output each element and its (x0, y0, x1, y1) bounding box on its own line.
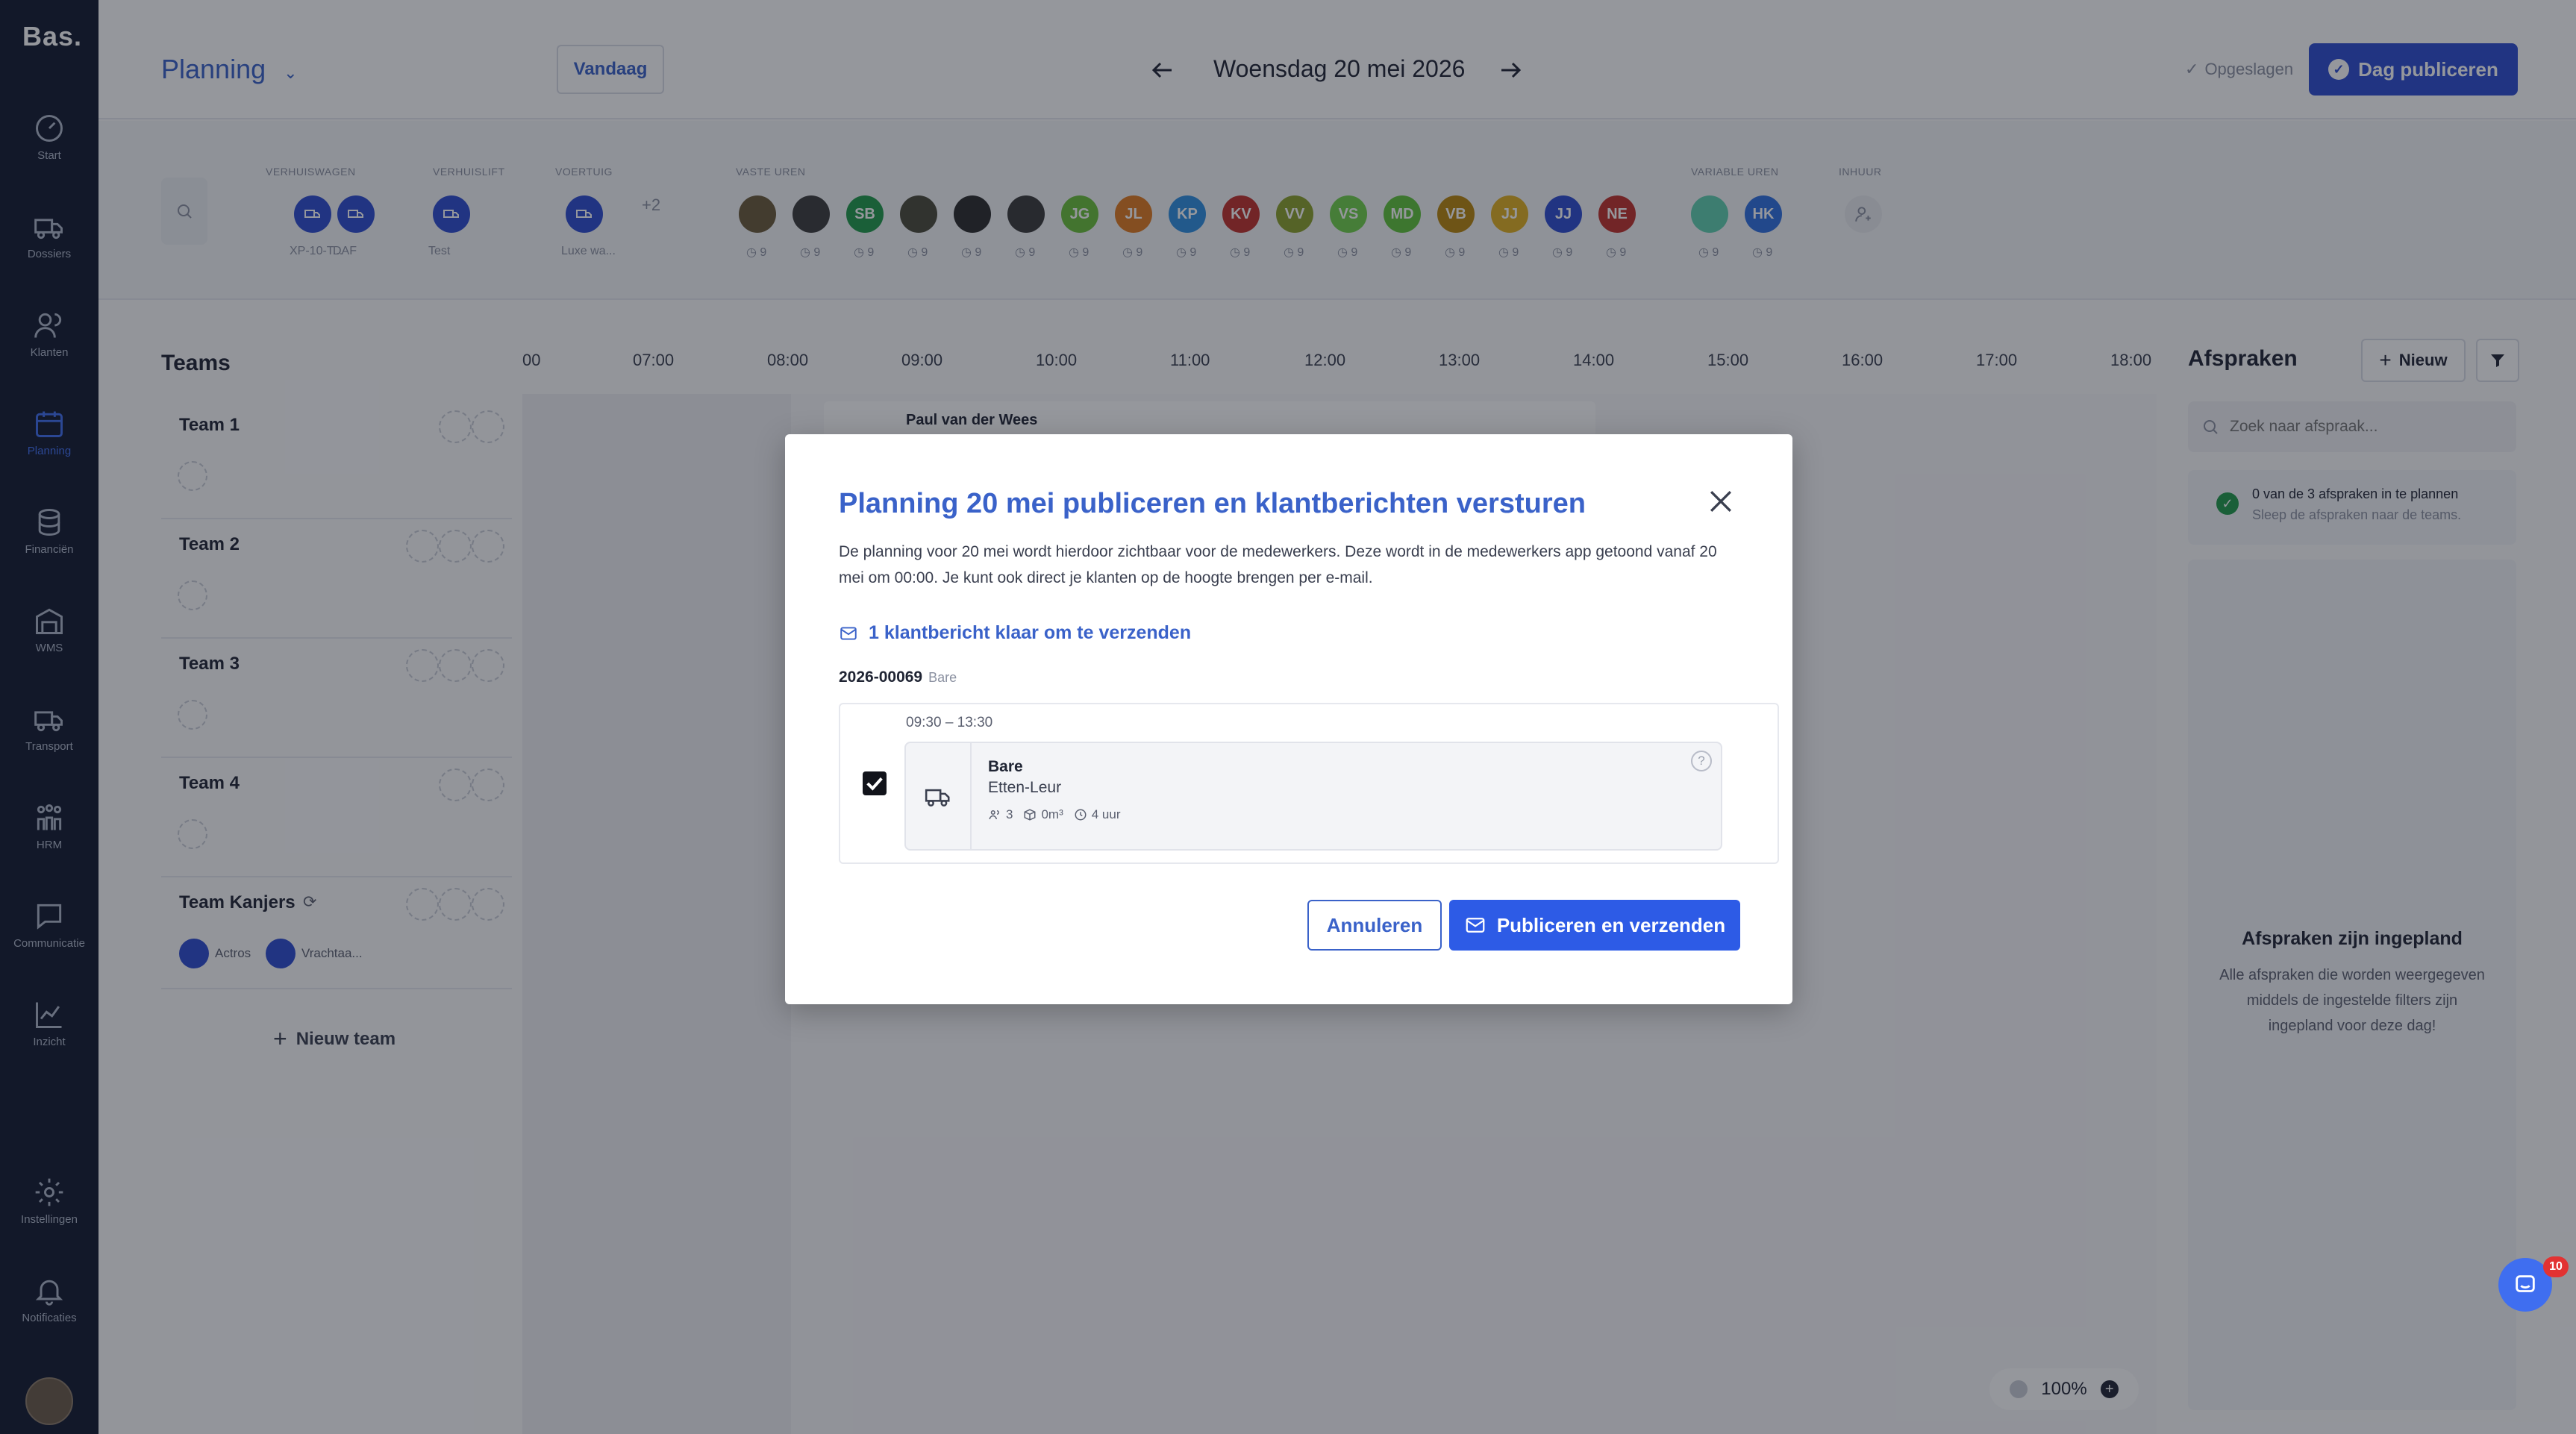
duration: 4 uur (1074, 807, 1121, 822)
chat-notification-badge: 10 (2543, 1256, 2569, 1277)
appointment-card[interactable]: Bare Etten-Leur 3 0m³ 4 uur ? (904, 742, 1722, 851)
checkmark-icon (866, 777, 883, 791)
customer-messages-link[interactable]: 1 klantbericht klaar om te verzenden (839, 622, 1191, 644)
appointment-name: Bare (988, 758, 1023, 775)
dossier-number: 2026-00069 (839, 669, 923, 686)
help-icon[interactable]: ? (1691, 751, 1712, 771)
appointment-time: 09:30 – 13:30 (906, 715, 993, 730)
publish-dialog: Planning 20 mei publiceren en klantberic… (785, 434, 1792, 1004)
dossier-name: Bare (928, 670, 957, 685)
appointment-icon-cell (906, 743, 972, 849)
volume-value: 0m³ (1041, 807, 1063, 821)
publish-and-send-button[interactable]: Publiceren en verzenden (1449, 900, 1740, 951)
clock-icon (1075, 809, 1087, 821)
people-count-value: 3 (1006, 807, 1013, 821)
appointment-meta: 3 0m³ 4 uur (988, 807, 1121, 822)
mail-icon (1466, 918, 1485, 933)
truck-icon (925, 789, 950, 807)
dossier-heading: 2026-00069 Bare (839, 669, 957, 686)
people-count: 3 (988, 807, 1013, 822)
cancel-button[interactable]: Annuleren (1307, 900, 1442, 951)
duration-value: 4 uur (1091, 807, 1121, 821)
dialog-title: Planning 20 mei publiceren en klantberic… (839, 488, 1586, 519)
chat-icon (2516, 1275, 2535, 1292)
appointment-list: 09:30 – 13:30 Bare Etten-Leur 3 0m³ 4 uu… (839, 703, 1779, 864)
publish-and-send-label: Publiceren en verzenden (1496, 913, 1726, 936)
appointment-checkbox[interactable] (863, 771, 887, 795)
mail-icon (840, 626, 857, 640)
appointment-place: Etten-Leur (988, 779, 1062, 796)
volume: 0m³ (1023, 807, 1063, 822)
dialog-description: De planning voor 20 mei wordt hierdoor z… (839, 543, 1717, 586)
close-icon[interactable] (1704, 485, 1737, 518)
people-icon (989, 810, 999, 820)
box-icon (1024, 809, 1036, 821)
customer-messages-label: 1 klantbericht klaar om te verzenden (869, 622, 1192, 643)
